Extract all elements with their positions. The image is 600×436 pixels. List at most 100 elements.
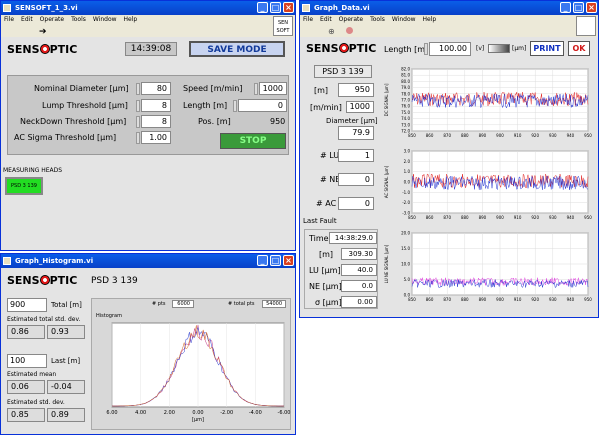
length-input[interactable]: 100.00 [429,42,471,56]
x-tick-label: 850 [408,133,416,138]
title-bar[interactable]: Graph_Data.vi _ □ × [300,1,598,15]
parameters-panel: Nominal Diameter [µm] 80 Lump Threshold … [7,75,289,155]
window-title: SENSOFT_1_3.vi [15,4,78,12]
last-input[interactable]: 100 [7,354,47,368]
speed-input[interactable]: 1000 [259,82,287,95]
est-mean-label: Estimated mean [7,371,57,378]
y-tick-label: 76.0 [401,104,410,109]
pts-value: 6000 [172,300,194,308]
maximize-button[interactable]: □ [573,2,584,13]
speed-label: Speed [m/min] [183,84,243,93]
app-icon [3,4,11,12]
menu-tools[interactable]: Tools [370,16,385,23]
x-tick-label: 920 [531,215,539,220]
x-tick-label: -6.00 [278,410,291,416]
length-input[interactable]: 0 [238,99,287,112]
x-tick-label: 860 [426,297,434,302]
ok-button[interactable]: OK [568,41,590,56]
y-tick-label: 73.0 [401,122,410,127]
x-tick-label: 850 [408,215,416,220]
menu-operate[interactable]: Operate [40,16,64,23]
close-button[interactable]: × [283,2,294,13]
ac-sigma-threshold-stepper[interactable] [136,132,140,144]
measuring-heads-label: MEASURING HEADS [3,167,63,174]
x-tick-label: 6.00 [106,410,117,416]
menu-bar: File Edit Operate Tools Window Help [300,15,598,25]
total-input[interactable]: 900 [7,298,47,312]
menu-file[interactable]: File [4,16,14,23]
speed-stepper[interactable] [254,83,258,95]
window-title: Graph_Histogram.vi [15,257,94,265]
nominal-diameter-label: Nominal Diameter [µm] [34,84,129,93]
x-tick-label: 930 [549,297,557,302]
pos-value: 950 [270,117,286,126]
menu-edit[interactable]: Edit [320,16,332,23]
x-tick-label: 860 [426,133,434,138]
neckdown-threshold-stepper[interactable] [136,116,140,128]
clock-display: 14:39:08 [125,42,177,56]
minimize-button[interactable]: _ [257,2,268,13]
lump-threshold-input[interactable]: 8 [141,99,171,112]
x-tick-label: 930 [549,215,557,220]
diameter-label: Diameter [µm] [326,117,378,125]
y-tick-label: -2.0 [402,200,410,205]
x-tick-label: 870 [443,215,451,220]
x-tick-label: 920 [531,297,539,302]
title-bar[interactable]: SENSOFT_1_3.vi _ □ × [1,1,295,15]
minimize-button[interactable]: _ [560,2,571,13]
maximize-button[interactable]: □ [270,255,281,266]
menu-window[interactable]: Window [93,16,117,23]
signal-graph-1: DC SIGNAL [µm] 82.081.080.079.078.0 77.076… [384,67,592,139]
menu-tools[interactable]: Tools [71,16,86,23]
print-button[interactable]: PRINT [530,41,564,56]
close-button[interactable]: × [283,255,294,266]
total-pts-value: 54000 [262,300,286,308]
menu-help[interactable]: Help [124,16,138,23]
x-tick-label: 940 [567,215,575,220]
menu-bar: File Edit Operate Tools Window Help [1,15,295,25]
last-label: Last [m] [51,357,81,365]
sensoptic-logo: SENS PTIC [7,274,78,287]
graph-data-window: Graph_Data.vi _ □ × File Edit Operate Tools Wi… [299,0,599,318]
y-tick-label: 2.0 [404,159,411,164]
est-total-std-label: Estimated total std. dev. [7,316,81,323]
length-stepper[interactable] [424,43,428,55]
nominal-diameter-input[interactable]: 80 [141,82,171,95]
m-label: [m] [314,86,329,95]
measuring-head-button[interactable]: PSD 3 139 [5,177,43,195]
nominal-diameter-stepper[interactable] [136,83,140,95]
close-button[interactable]: × [586,2,597,13]
length-label: Length [m] [384,45,429,54]
abort-icon[interactable] [346,27,353,34]
x-tick-label: 900 [496,297,504,302]
menu-edit[interactable]: Edit [21,16,33,23]
menu-window[interactable]: Window [392,16,416,23]
run-arrow-icon[interactable]: ➔ [39,27,47,37]
length-stepper[interactable] [233,100,237,112]
run-icon[interactable]: ⊕ [328,27,335,36]
neckdown-threshold-input[interactable]: 8 [141,115,171,128]
fault-lu-value: 40.0 [341,264,377,276]
save-mode-button[interactable]: SAVE MODE [189,41,285,57]
lump-threshold-stepper[interactable] [136,100,140,112]
maximize-button[interactable]: □ [270,2,281,13]
menu-operate[interactable]: Operate [339,16,363,23]
menu-file[interactable]: File [303,16,313,23]
front-panel: SENS PTIC 14:39:08 SAVE MODE Nominal Diam… [1,37,295,250]
title-bar[interactable]: Graph_Histogram.vi _ □ × [1,254,295,268]
y-tick-label: 0.0 [404,180,411,185]
stop-button[interactable]: STOP [220,133,286,149]
unit-toggle[interactable] [488,44,510,53]
x-tick-label: 940 [567,133,575,138]
app-icon [302,4,310,12]
ac-sigma-threshold-input[interactable]: 1.00 [141,131,171,144]
readout-panel: PSD 3 139 [m] 950 [m/min] 1000 Diameter … [300,61,380,213]
x-tick-label: 870 [443,297,451,302]
menu-help[interactable]: Help [423,16,437,23]
est-total-std-1: 0.86 [7,325,45,339]
y-axis-label: LU NE SIGNAL [µm] [384,244,389,283]
y-tick-label: 3.0 [404,149,411,154]
y-tick-label: 10.0 [401,262,410,267]
x-tick-label: 890 [479,297,487,302]
minimize-button[interactable]: _ [257,255,268,266]
